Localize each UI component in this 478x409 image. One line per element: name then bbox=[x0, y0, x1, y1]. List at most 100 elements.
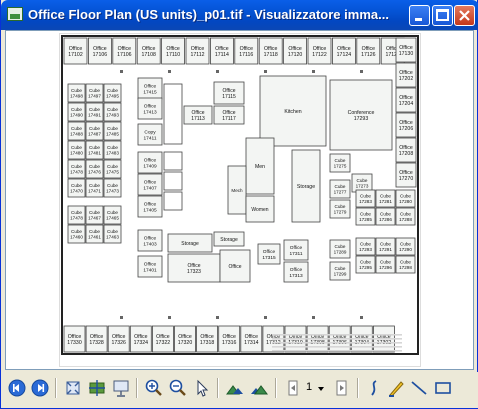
notes-text-line bbox=[272, 338, 402, 340]
cube-right-number: 17298 bbox=[399, 265, 412, 270]
floor-plan-image: Office17102Office17106Office17106Office1… bbox=[61, 35, 419, 355]
cube-right-label: Cube bbox=[380, 260, 391, 265]
office-inner-left-label: Office bbox=[144, 104, 157, 110]
cube-right-mid-label: Cube bbox=[335, 158, 346, 163]
cube-left-label: Cube bbox=[89, 164, 100, 169]
line-icon bbox=[411, 381, 427, 395]
cube-left-number: 17467 bbox=[88, 216, 101, 221]
elevator-shaft bbox=[163, 171, 183, 191]
office-top-label: Office bbox=[337, 46, 351, 52]
womens-room-label: Women bbox=[251, 207, 268, 213]
cube-left-label: Cube bbox=[107, 88, 118, 93]
pen-tool-button[interactable] bbox=[364, 378, 384, 398]
office-right-number: 17130 bbox=[399, 51, 414, 57]
conference-room-label: Conference bbox=[348, 110, 375, 116]
close-button[interactable] bbox=[454, 5, 475, 26]
actual-size-button[interactable] bbox=[87, 378, 107, 398]
office-inner-left-label: Office bbox=[144, 202, 157, 208]
cube-left-number: 17497 bbox=[88, 94, 101, 99]
cube-left-label: Cube bbox=[71, 210, 82, 215]
office-top-label: Office bbox=[118, 46, 132, 52]
cube-left-number: 17490 bbox=[70, 113, 83, 118]
office-inner-left-number: 17403 bbox=[143, 241, 157, 247]
column-post bbox=[120, 316, 123, 319]
zoom-out-button[interactable] bbox=[168, 378, 188, 398]
cube-right-number: 17295 bbox=[359, 265, 372, 270]
cube-right-label: Cube bbox=[400, 212, 411, 217]
image-viewport[interactable]: Office 17102 Office 17106 Office 17106 Office 1… bbox=[5, 30, 474, 370]
cube-right-label: Cube bbox=[360, 260, 371, 265]
highlighter-tool-button[interactable] bbox=[386, 378, 406, 398]
rotate-clockwise-button[interactable] bbox=[225, 378, 245, 398]
cube-right-number: 17291 bbox=[379, 247, 392, 252]
viewer-toolbar: 1 bbox=[1, 372, 478, 408]
office-top-number: 17102 bbox=[68, 52, 83, 58]
page-selector[interactable]: 1 bbox=[287, 378, 332, 398]
office-top-label: Office bbox=[69, 46, 83, 52]
office-top-label: Office bbox=[313, 46, 327, 52]
office-17315-label: Office bbox=[263, 249, 276, 255]
office-top-number: 17124 bbox=[337, 52, 352, 58]
office-inner-left-label: Office bbox=[144, 84, 157, 90]
maximize-icon bbox=[436, 9, 449, 21]
office-top-number: 17120 bbox=[288, 52, 303, 58]
storage-left-label: Storage bbox=[181, 241, 199, 247]
title-bar[interactable]: Office Floor Plan (US units)_p01.tif - V… bbox=[1, 0, 478, 30]
office-inner-left-number: 17401 bbox=[143, 267, 157, 273]
cube-right-label: Cube bbox=[360, 194, 371, 199]
slideshow-button[interactable] bbox=[111, 378, 131, 398]
office-top-number: 17106 bbox=[93, 52, 108, 58]
cube-left-number: 17461 bbox=[88, 235, 101, 240]
rectangle-tool-button[interactable] bbox=[433, 378, 453, 398]
column-post bbox=[168, 316, 171, 319]
rotate-counterclockwise-button[interactable] bbox=[249, 378, 269, 398]
toolbar-separator bbox=[55, 378, 57, 398]
cube-left-number: 17465 bbox=[106, 216, 119, 221]
image-viewer-window: Office Floor Plan (US units)_p01.tif - V… bbox=[0, 0, 478, 409]
office-inner-left-label: Office bbox=[144, 262, 157, 268]
cube-left-number: 17476 bbox=[88, 170, 101, 175]
column-post bbox=[360, 70, 363, 73]
office-top-number: 17112 bbox=[190, 52, 204, 58]
line-tool-button[interactable] bbox=[409, 378, 429, 398]
office-top-label: Office bbox=[142, 46, 156, 52]
cube-left-label: Cube bbox=[89, 88, 100, 93]
cube-left-label: Cube bbox=[107, 229, 118, 234]
last-page-button[interactable] bbox=[332, 378, 352, 398]
page-dropdown-icon[interactable] bbox=[318, 387, 324, 391]
cube-left-number: 17478 bbox=[70, 216, 83, 221]
window-title: Office Floor Plan (US units)_p01.tif - V… bbox=[28, 7, 389, 22]
office-bottom-label: Office bbox=[68, 334, 82, 340]
mens-room-label: Men bbox=[255, 164, 265, 170]
office-inner-left-number: 17415 bbox=[143, 89, 157, 95]
cube-left-label: Cube bbox=[107, 183, 118, 188]
rotate-counterclockwise-icon bbox=[251, 385, 268, 395]
cube-right-label: Cube bbox=[360, 212, 371, 217]
best-fit-icon bbox=[66, 381, 80, 395]
cube-right-label: Cube bbox=[380, 242, 391, 247]
cube-left-label: Cube bbox=[89, 107, 100, 112]
office-17115-number: 17115 bbox=[222, 94, 236, 100]
slideshow-icon bbox=[113, 380, 129, 397]
maximize-button[interactable] bbox=[432, 5, 453, 26]
cube-right-mid-number: 17299 bbox=[334, 272, 347, 277]
first-page-icon bbox=[288, 380, 298, 396]
cube-right-mid-number: 17273 bbox=[356, 184, 369, 189]
best-fit-button[interactable] bbox=[63, 378, 83, 398]
cube-left-label: Cube bbox=[71, 126, 82, 131]
column-post bbox=[264, 316, 267, 319]
previous-image-button[interactable] bbox=[7, 378, 27, 398]
next-image-button[interactable] bbox=[30, 378, 50, 398]
office-inner-left-label: Copy bbox=[144, 130, 156, 136]
cube-right-number: 17286 bbox=[379, 217, 392, 222]
cube-left-label: Cube bbox=[71, 183, 82, 188]
office-bottom-label: Office bbox=[156, 334, 170, 340]
notes-text-line bbox=[272, 342, 402, 344]
cube-right-mid-label: Cube bbox=[357, 178, 368, 183]
office-bottom-label: Office bbox=[112, 334, 126, 340]
cube-left-label: Cube bbox=[71, 164, 82, 169]
cube-left-number: 17483 bbox=[106, 151, 119, 156]
zoom-in-button[interactable] bbox=[144, 378, 164, 398]
minimize-button[interactable] bbox=[409, 5, 430, 26]
pointer-button[interactable] bbox=[192, 378, 212, 398]
